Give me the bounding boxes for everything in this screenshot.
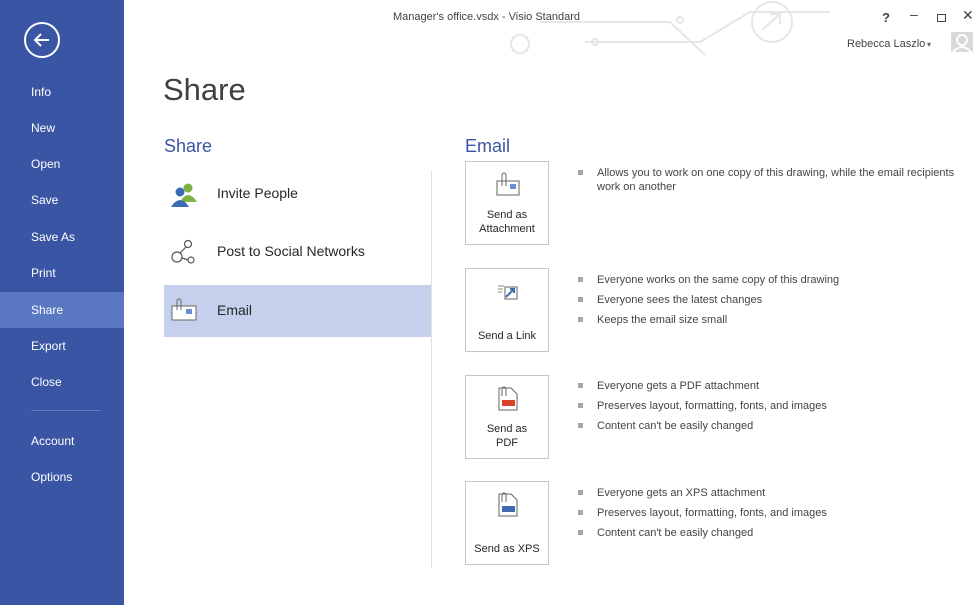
nav-options[interactable]: Options — [0, 459, 124, 495]
share-option-label: Invite People — [217, 185, 298, 201]
column-divider — [431, 170, 432, 568]
email-icon — [171, 298, 197, 321]
share-option-invite-people[interactable]: Invite People — [164, 168, 431, 220]
social-network-icon — [171, 239, 195, 264]
attachment-description: Allows you to work on one copy of this d… — [578, 166, 958, 200]
bullet-item: Content can't be easily changed — [578, 419, 958, 433]
nav-print[interactable]: Print — [0, 255, 124, 291]
nav-open[interactable]: Open — [0, 146, 124, 182]
tile-label: Send as PDF — [486, 423, 528, 449]
close-window-button[interactable]: ✕ — [962, 7, 973, 24]
chevron-down-icon[interactable]: ▾ — [927, 40, 931, 49]
maximize-button[interactable] — [937, 14, 946, 22]
page-title: Share — [163, 72, 246, 107]
user-silhouette-icon — [952, 34, 972, 52]
tile-label: Send as XPS — [474, 543, 540, 555]
send-as-attachment-button[interactable]: Send as Attachment — [465, 161, 549, 245]
avatar[interactable] — [951, 32, 973, 52]
email-section-heading: Email — [465, 136, 511, 156]
nav-save-as[interactable]: Save As — [0, 219, 124, 255]
share-section-heading: Share — [164, 136, 213, 156]
bullet-item: Everyone gets a PDF attachment — [578, 379, 958, 393]
circuit-decoration — [510, 1, 830, 56]
back-button[interactable] — [24, 22, 60, 58]
bullet-item: Preserves layout, formatting, fonts, and… — [578, 506, 958, 520]
share-option-social-networks[interactable]: Post to Social Networks — [164, 226, 431, 278]
share-option-label: Post to Social Networks — [217, 243, 365, 259]
link-description: Everyone works on the same copy of this … — [578, 273, 958, 333]
tile-label: Send a Link — [477, 330, 537, 342]
nav-new[interactable]: New — [0, 110, 124, 146]
bullet-item: Content can't be easily changed — [578, 526, 958, 540]
nav-info[interactable]: Info — [0, 74, 124, 110]
bullet-item: Everyone gets an XPS attachment — [578, 486, 958, 500]
backstage-nav: Info New Open Save Save As Print Share E… — [0, 0, 124, 605]
user-name[interactable]: Rebecca Laszlo — [847, 38, 925, 50]
share-option-label: Email — [217, 302, 253, 318]
send-as-pdf-button[interactable]: Send as PDF — [465, 375, 549, 459]
xps-description: Everyone gets an XPS attachment Preserve… — [578, 486, 958, 546]
bullet-item: Everyone sees the latest changes — [578, 293, 958, 307]
nav-save[interactable]: Save — [0, 182, 124, 218]
xps-icon — [498, 492, 518, 517]
link-icon — [498, 285, 518, 300]
minimize-button[interactable]: – — [910, 6, 918, 22]
attachment-icon — [496, 172, 520, 196]
send-as-xps-button[interactable]: Send as XPS — [465, 481, 549, 565]
window-title: Manager's office.vsdx - Visio Standard — [393, 11, 580, 23]
nav-close[interactable]: Close — [0, 364, 124, 400]
help-button[interactable]: ? — [882, 10, 890, 25]
back-arrow-icon — [33, 33, 49, 47]
nav-export[interactable]: Export — [0, 328, 124, 364]
bullet-item: Allows you to work on one copy of this d… — [578, 166, 958, 194]
nav-divider — [31, 410, 101, 411]
people-icon — [171, 183, 197, 207]
pdf-icon — [498, 386, 518, 411]
pdf-description: Everyone gets a PDF attachment Preserves… — [578, 379, 958, 439]
bullet-item: Everyone works on the same copy of this … — [578, 273, 958, 287]
bullet-item: Keeps the email size small — [578, 313, 958, 327]
send-a-link-button[interactable]: Send a Link — [465, 268, 549, 352]
share-option-email[interactable]: Email — [164, 285, 431, 337]
nav-account[interactable]: Account — [0, 423, 124, 459]
bullet-item: Preserves layout, formatting, fonts, and… — [578, 399, 958, 413]
tile-label: Send as Attachment — [479, 209, 535, 235]
nav-share[interactable]: Share — [0, 292, 124, 328]
